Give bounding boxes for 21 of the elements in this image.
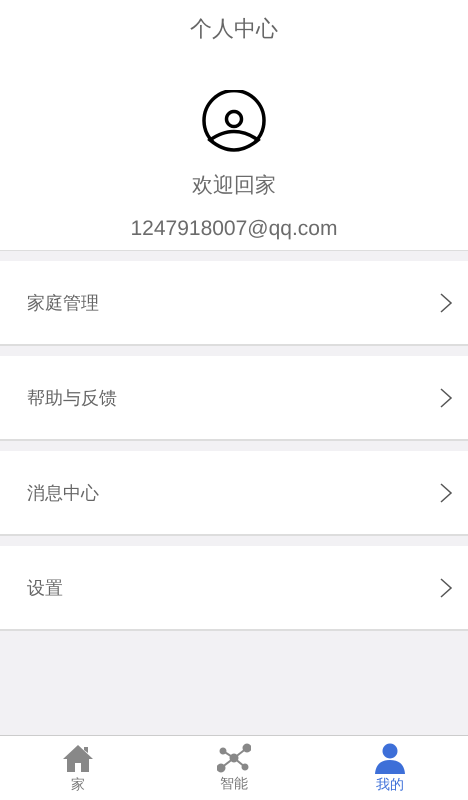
menu-label: 帮助与反馈 [27,386,117,410]
connected-nodes-icon [217,743,251,773]
person-icon [374,742,406,774]
menu-label: 家庭管理 [27,292,99,314]
menu-item[interactable]: 家庭管理 [0,261,468,346]
menu-item[interactable]: 帮助与反馈 [0,356,468,441]
welcome-text: 欢迎回家 [192,172,276,199]
chevron-right-icon [440,578,452,598]
page-title: 个人中心 [190,16,278,44]
tab-bar-item[interactable]: 智能 [156,736,312,800]
menu-label: 消息中心 [27,482,99,504]
house-icon [62,742,94,774]
tab-bar-item[interactable]: 我的 [312,736,468,800]
chevron-right-icon [440,388,452,408]
menu-item[interactable]: 消息中心 [0,451,468,536]
chevron-right-icon [440,292,452,312]
user-email: 1247918007@qq.com [130,216,338,242]
menu-label: 设置 [27,576,63,600]
menu-item[interactable]: 设置 [0,546,468,631]
chevron-right-icon [440,482,452,502]
tab-bar-item[interactable]: 家 [0,736,156,800]
